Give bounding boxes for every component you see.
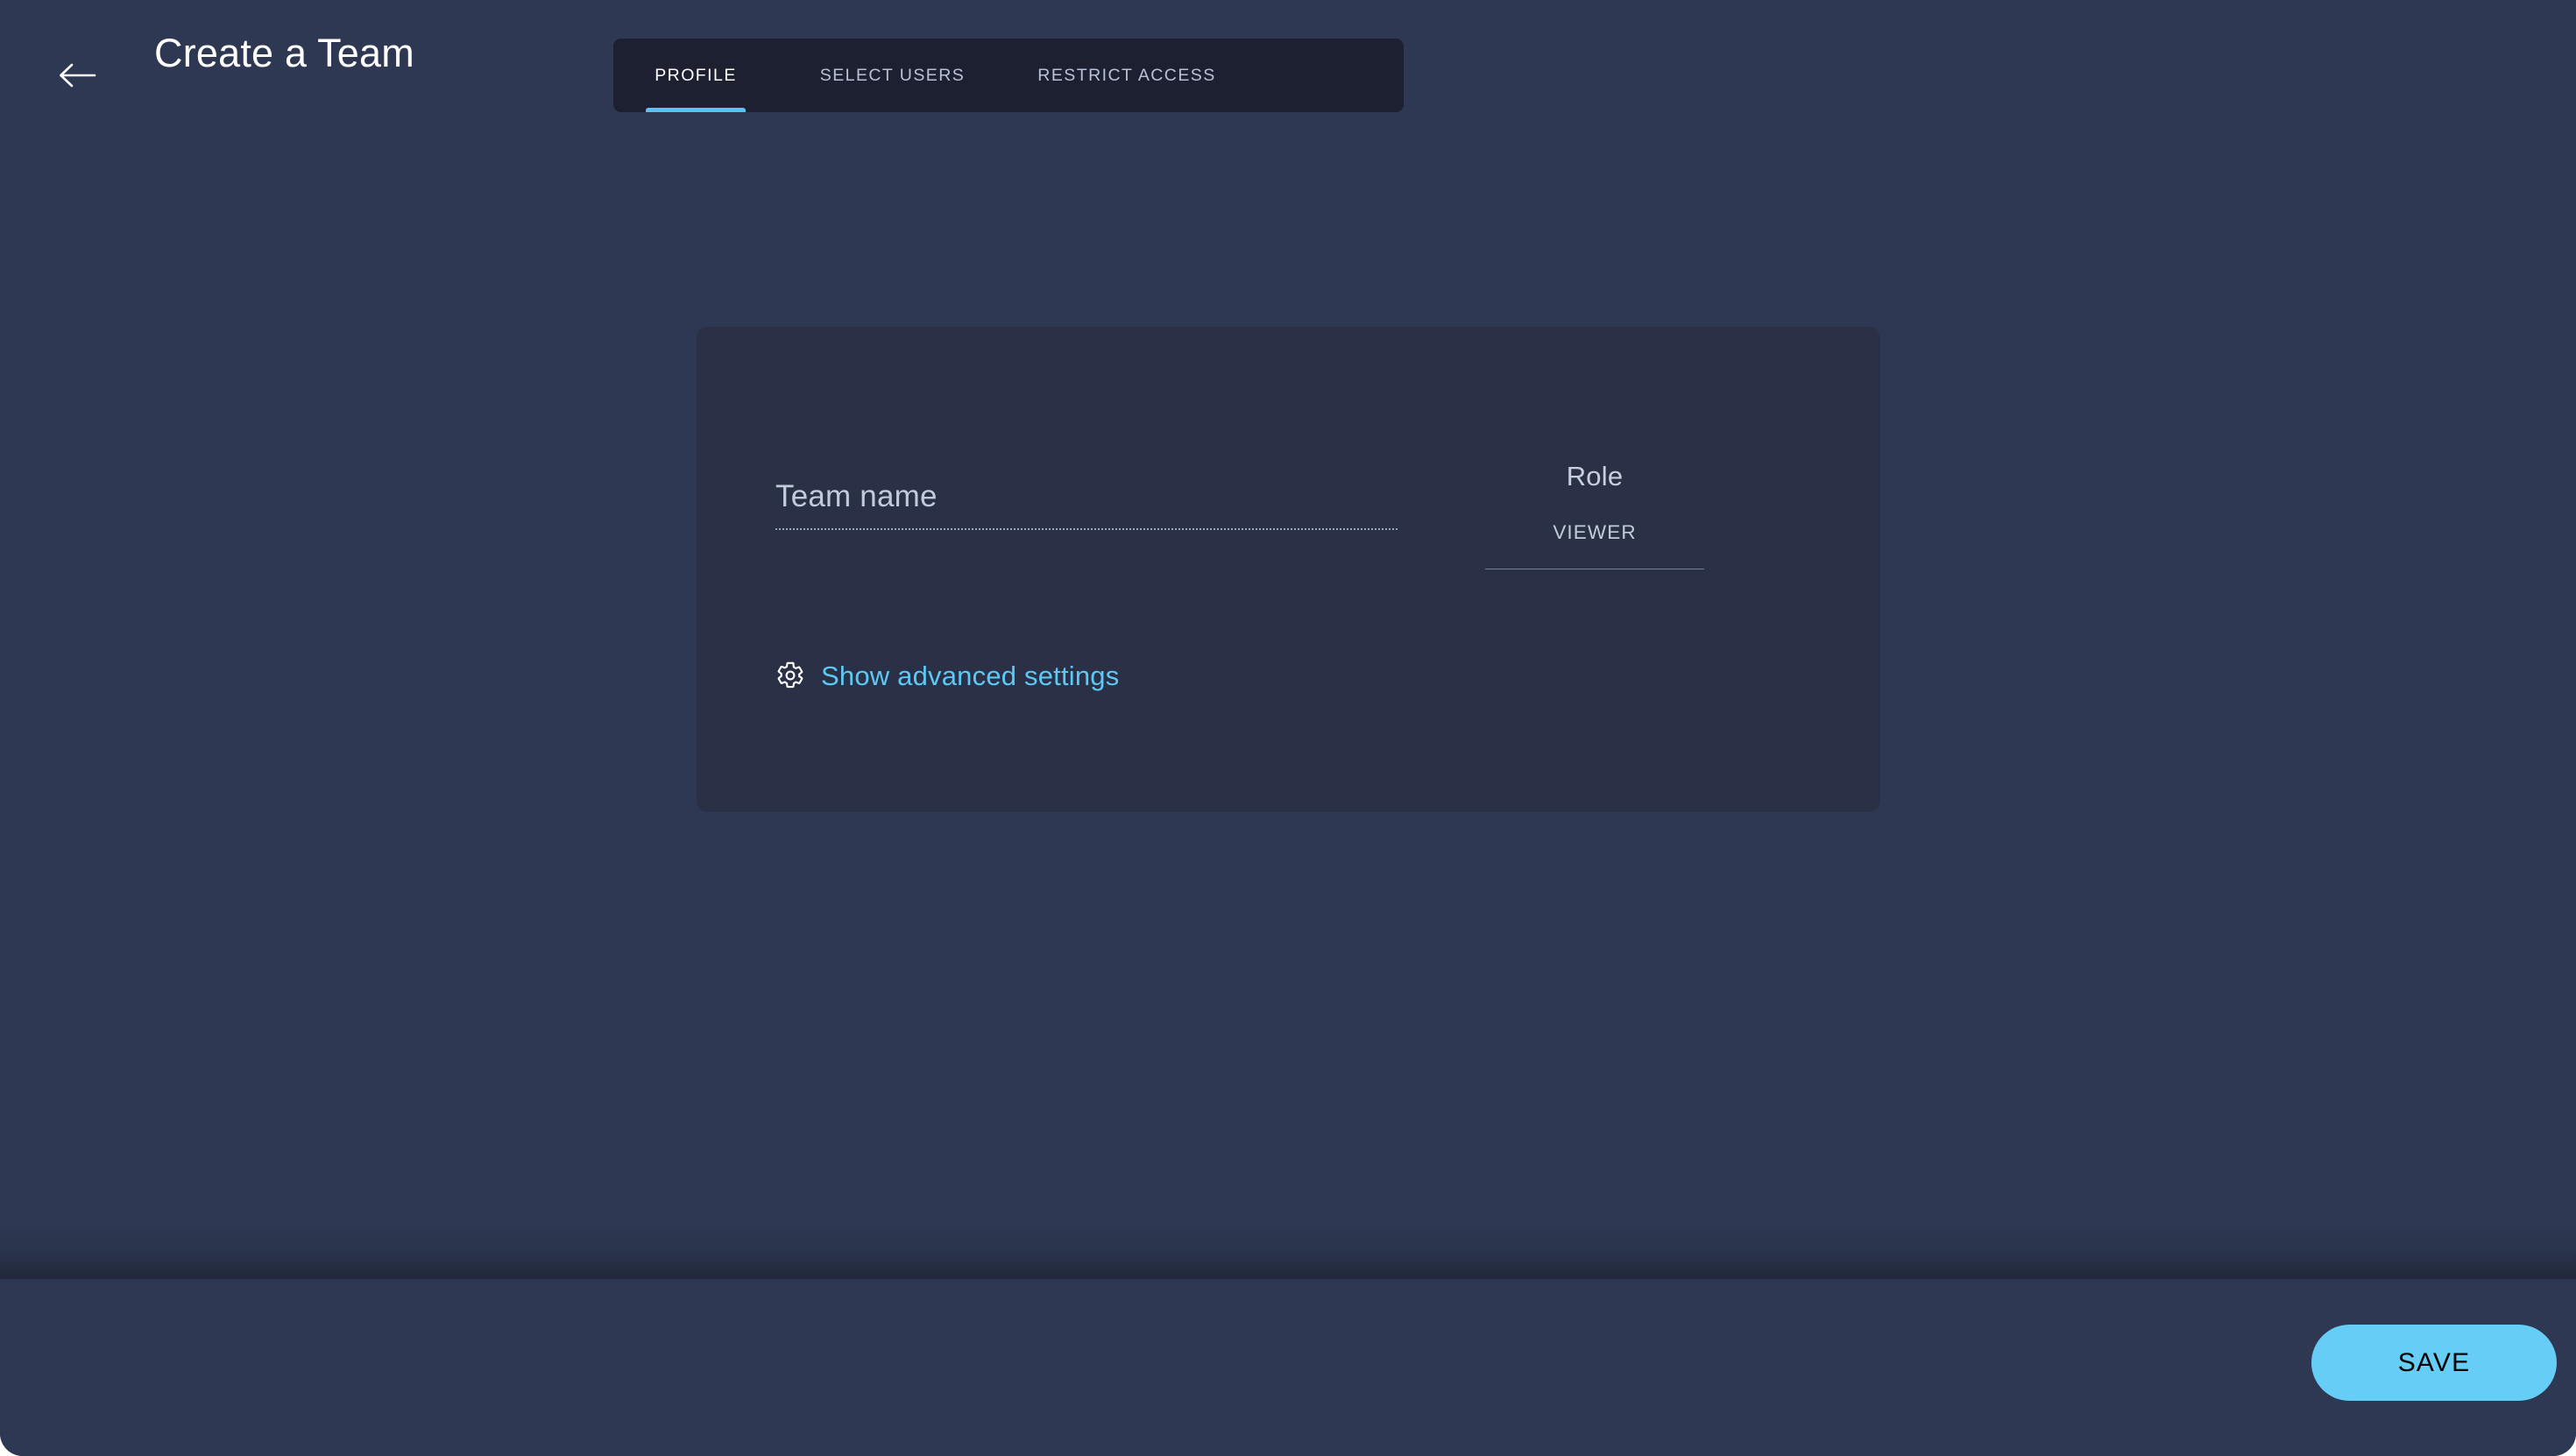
page-header: Create a Team PROFILE SELECT USERS RESTR… xyxy=(0,0,2576,149)
page-title: Create a Team xyxy=(154,31,414,75)
team-name-placeholder: Team name xyxy=(775,479,938,513)
show-advanced-settings-link[interactable]: Show advanced settings xyxy=(775,660,1119,691)
tab-profile-label: PROFILE xyxy=(655,65,737,85)
save-button[interactable]: SAVE xyxy=(2311,1325,2557,1401)
tab-restrict-access-label: RESTRICT ACCESS xyxy=(1037,65,1216,85)
footer-shadow-divider xyxy=(0,1223,2576,1279)
team-name-underline xyxy=(775,528,1398,530)
team-profile-card: Team name Role VIEWER Show advanced sett… xyxy=(697,327,1880,812)
tab-select-users-label: SELECT USERS xyxy=(819,65,966,85)
tab-bar: PROFILE SELECT USERS RESTRICT ACCESS xyxy=(613,39,1404,112)
footer-bar xyxy=(0,1279,2576,1456)
tab-restrict-access[interactable]: RESTRICT ACCESS xyxy=(1017,39,1236,112)
role-select[interactable]: Role VIEWER xyxy=(1485,463,1704,569)
save-button-label: SAVE xyxy=(2397,1347,2471,1377)
tab-profile[interactable]: PROFILE xyxy=(613,39,778,112)
role-value: VIEWER xyxy=(1553,521,1637,543)
gear-icon xyxy=(775,660,806,691)
tab-select-users[interactable]: SELECT USERS xyxy=(794,39,991,112)
team-name-field[interactable]: Team name xyxy=(775,481,1398,530)
tab-active-indicator xyxy=(646,108,746,112)
role-label: Role xyxy=(1566,461,1624,491)
arrow-left-icon xyxy=(58,60,96,90)
create-team-page: Create a Team PROFILE SELECT USERS RESTR… xyxy=(0,0,2576,1456)
show-advanced-settings-label: Show advanced settings xyxy=(821,660,1120,691)
back-button[interactable] xyxy=(46,46,109,105)
